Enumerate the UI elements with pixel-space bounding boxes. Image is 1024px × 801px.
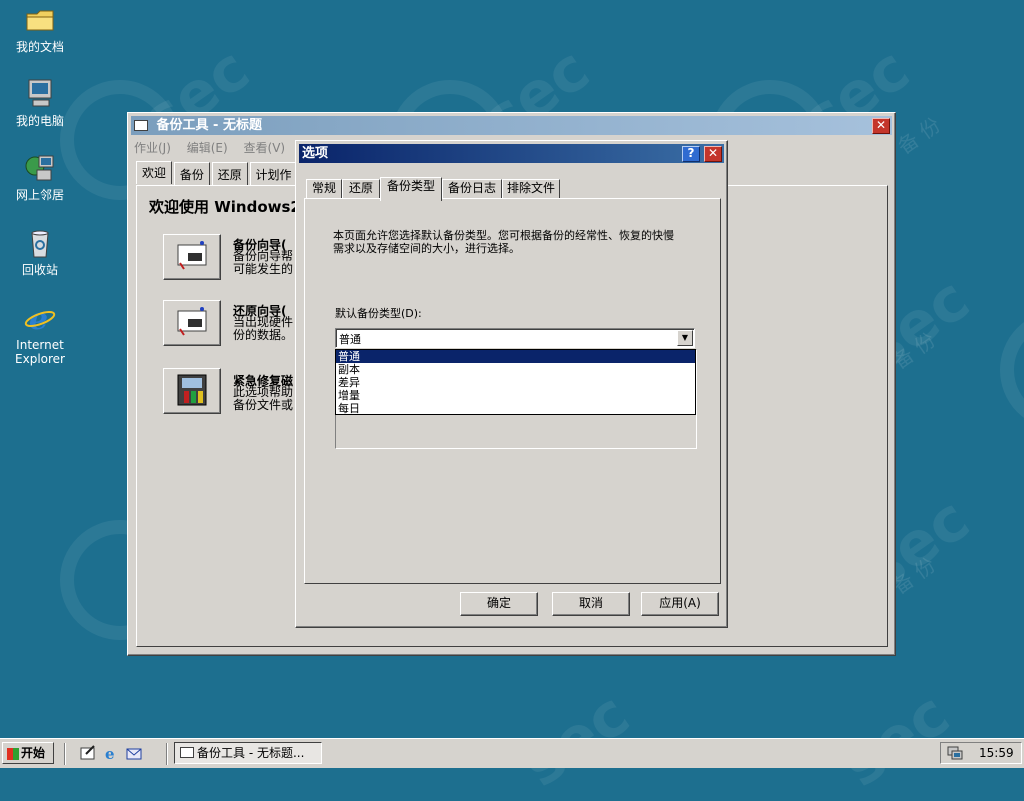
options-dialog-titlebar[interactable]: 选项 ? ✕ (299, 144, 724, 163)
desktop-icon-internet-explorer[interactable]: e Internet Explorer (2, 302, 78, 366)
desktop-icon-network[interactable]: 网上邻居 (2, 152, 78, 202)
option-normal[interactable]: 普通 (336, 350, 695, 363)
tab-backup-type[interactable]: 备份类型 (380, 177, 442, 201)
internet-explorer-icon: e (23, 302, 57, 337)
restore-wizard-desc-line: 份的数据。 (233, 328, 294, 342)
tab-exclude-files[interactable]: 排除文件 (502, 179, 560, 199)
desktop-icon-my-computer[interactable]: 我的电脑 (2, 78, 78, 128)
backup-app-icon (180, 747, 194, 758)
desktop-icon-recycle-bin[interactable]: 回收站 (2, 227, 78, 277)
backup-wizard-button[interactable] (163, 234, 221, 280)
ok-button[interactable]: 确定 (460, 592, 538, 616)
svg-text:e: e (105, 745, 115, 761)
emergency-repair-desc: 此选项帮助 备份文件或 (233, 386, 303, 412)
backup-wizard-desc-line: 可能发生的 (233, 262, 294, 276)
folder-icon (23, 4, 57, 36)
emergency-repair-icon (177, 374, 207, 406)
backup-type-dropdown[interactable]: 普通 副本 差异 增量 每日 (335, 349, 696, 415)
tab-restore[interactable]: 还原 (211, 162, 248, 186)
network-status-icon[interactable] (947, 746, 963, 766)
desktop-icon-label: Internet Explorer (15, 338, 65, 366)
start-button[interactable]: 开始 (2, 742, 54, 764)
computer-icon (23, 78, 57, 110)
show-desktop-icon[interactable] (80, 745, 96, 761)
emergency-repair-button[interactable] (163, 368, 221, 414)
start-label: 开始 (21, 746, 46, 760)
apply-button[interactable]: 应用(A) (641, 592, 719, 616)
taskbar-separator (166, 743, 168, 765)
taskbar: 开始 e 备份工具 - 无标题... 15:59 (0, 738, 1024, 768)
welcome-title: 欢迎使用 Windows2 (149, 198, 301, 216)
desktop-icon-label: 我的文档 (15, 40, 64, 54)
tab-restore[interactable]: 还原 (342, 179, 380, 199)
option-copy[interactable]: 副本 (336, 363, 695, 376)
emergency-repair-desc-line: 备份文件或 (233, 398, 294, 412)
desktop-icon-label: 我的电脑 (15, 114, 64, 128)
windows-logo-icon (7, 747, 19, 760)
quicklaunch-ie-icon[interactable]: e (103, 745, 119, 763)
backup-wizard-icon (177, 241, 207, 270)
tab-welcome[interactable]: 欢迎 (136, 161, 173, 184)
option-differential[interactable]: 差异 (336, 376, 695, 389)
system-tray: 15:59 (940, 742, 1022, 764)
restore-wizard-icon (177, 307, 207, 336)
default-backup-type-select[interactable]: 普通 ▼ (335, 328, 695, 348)
menu-edit[interactable]: 编辑(E) (187, 141, 228, 155)
menu-view[interactable]: 查看(V) (244, 141, 286, 155)
tab-general[interactable]: 常规 (306, 179, 342, 199)
tab-backup-log[interactable]: 备份日志 (442, 179, 502, 199)
backup-type-panel: 本页面允许您选择默认备份类型。您可根据备份的经常性、恢复的快慢需求以及存储空间的… (304, 198, 721, 584)
backup-type-description: 本页面允许您选择默认备份类型。您可根据备份的经常性、恢复的快慢需求以及存储空间的… (333, 229, 674, 255)
tab-schedule[interactable]: 计划作 (249, 162, 298, 186)
help-button[interactable]: ? (682, 146, 700, 162)
chevron-down-icon[interactable]: ▼ (677, 330, 693, 346)
tab-backup[interactable]: 备份 (173, 162, 210, 186)
taskbar-button-backup[interactable]: 备份工具 - 无标题... (174, 742, 322, 764)
close-button[interactable]: ✕ (704, 146, 722, 162)
taskbar-button-label: 备份工具 - 无标题... (197, 746, 305, 760)
restore-wizard-desc: 当出现硬件 份的数据。 (233, 316, 303, 342)
desktop-icon-label: 网上邻居 (15, 188, 64, 202)
cancel-button[interactable]: 取消 (552, 592, 630, 616)
option-incremental[interactable]: 增量 (336, 389, 695, 402)
menu-job[interactable]: 作业(J) (134, 141, 171, 155)
backup-menubar: 作业(J) 编辑(E) 查看(V) (134, 139, 297, 156)
backup-wizard-desc: 备份向导帮 可能发生的 (233, 250, 303, 276)
backup-window-titlebar[interactable]: 备份工具 - 无标题 ✕ (131, 116, 892, 135)
default-type-label: 默认备份类型(D): (335, 307, 422, 320)
network-icon (23, 152, 57, 184)
option-daily[interactable]: 每日 (336, 402, 695, 415)
options-dialog-title: 选项 (302, 146, 329, 161)
combo-value: 普通 (339, 333, 361, 346)
quicklaunch-outlook-icon[interactable] (126, 745, 142, 761)
backup-app-icon (134, 120, 148, 131)
taskbar-separator (64, 743, 66, 765)
desktop-icon-my-documents[interactable]: 我的文档 (2, 4, 78, 54)
backup-window-title: 备份工具 - 无标题 (156, 118, 262, 133)
options-dialog[interactable]: 选项 ? ✕ 常规 还原 备份类型 备份日志 排除文件 本页面允许您选择默认备份… (295, 140, 728, 628)
backup-tabs: 欢迎 备份 还原 计划作 (136, 161, 298, 186)
restore-wizard-button[interactable] (163, 300, 221, 346)
desktop-icon-label: 回收站 (21, 263, 58, 277)
clock[interactable]: 15:59 (979, 743, 1014, 763)
backup-close-button[interactable]: ✕ (872, 118, 890, 134)
recycle-bin-icon (23, 227, 57, 259)
